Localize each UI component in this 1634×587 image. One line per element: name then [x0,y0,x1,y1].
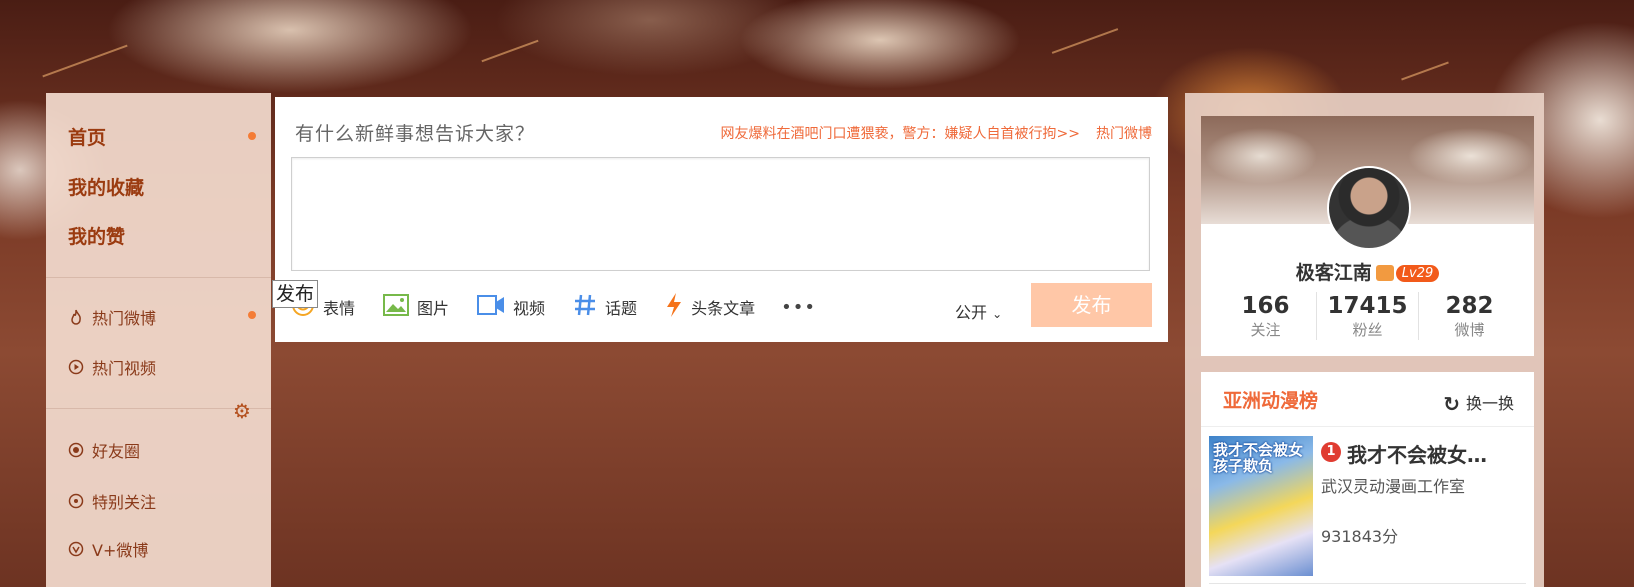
publish-tooltip: 发布 [272,280,319,308]
avatar[interactable] [1327,166,1411,250]
visibility-label: 公开 [955,303,988,322]
refresh-button[interactable]: ↻ 换一换 [1443,390,1514,416]
nav-home[interactable]: 首页 [68,123,106,150]
nav-vplus-weibo[interactable]: V+微博 [68,537,148,561]
hot-headline-link[interactable]: 网友爆料在酒吧门口遭猥亵，警方：嫌疑人自首被行拘>> [721,126,1080,142]
profile-stats: 166 关注 17415 粉丝 282 微博 [1215,292,1520,340]
post-composer: 有什么新鲜事想告诉大家？ 网友爆料在酒吧门口遭猥亵，警方：嫌疑人自首被行拘>> 热… [275,97,1168,342]
settings-gear-icon[interactable]: ⚙ [233,401,251,421]
video-label: 视频 [513,299,546,318]
hashtag-icon [573,293,597,321]
left-sidebar: 首页 我的收藏 我的赞 热门微博 热门视频 ⚙ 好友圈 特别关注 V+微博 [46,93,271,587]
nav-special-follow[interactable]: 特别关注 [68,489,156,513]
stat-followers-num: 17415 [1327,293,1408,319]
nav-home-dot [248,132,256,140]
comic-cover-image[interactable]: 我才不会被女孩子欺负 [1209,436,1313,576]
target-circle-icon [68,442,84,458]
stat-posts-num: 282 [1445,293,1494,319]
stat-posts-label: 微博 [1454,321,1485,339]
play-circle-icon [68,359,84,375]
image-button[interactable]: 图片 [383,294,449,320]
v-circle-icon [68,541,84,557]
nav-hot-video-label: 热门视频 [92,359,157,378]
chevron-down-icon: ⌄ [992,307,1003,321]
topic-button[interactable]: 话题 [573,293,637,321]
composer-toolbar: 表情 图片 视频 话题 头条文章 ••• [291,293,816,321]
vip-badge-icon[interactable] [1375,265,1394,281]
headline-article-label: 头条文章 [691,299,756,318]
nav-divider [46,277,271,278]
stat-followers-label: 粉丝 [1352,321,1383,339]
ranking-title[interactable]: 亚洲动漫榜 [1223,386,1318,413]
refresh-label: 换一换 [1465,394,1514,413]
more-options-button[interactable]: ••• [781,297,816,318]
stat-posts[interactable]: 282 微博 [1419,292,1520,340]
nav-hot-weibo-dot [248,311,256,319]
nav-favorites[interactable]: 我的收藏 [68,173,144,200]
visibility-dropdown[interactable]: 公开 ⌄ [955,299,1002,323]
ranking-bottom-divider [1209,583,1526,584]
stat-followers[interactable]: 17415 粉丝 [1317,292,1419,340]
stat-following-label: 关注 [1250,321,1281,339]
ranking-divider [1201,426,1534,427]
comic-score: 931843分 [1321,527,1399,546]
nav-special-follow-label: 特别关注 [92,493,157,512]
comic-cover-text: 我才不会被女孩子欺负 [1213,441,1304,475]
image-label: 图片 [417,299,450,318]
stat-following[interactable]: 166 关注 [1215,292,1317,340]
comic-title[interactable]: 我才不会被女… [1347,439,1487,468]
publish-button[interactable]: 发布 [1031,283,1152,327]
emoji-label: 表情 [323,299,356,318]
refresh-icon: ↻ [1443,392,1460,416]
video-icon [477,294,505,320]
anime-ranking-card: 亚洲动漫榜 ↻ 换一换 我才不会被女孩子欺负 1 我才不会被女… 武汉灵动漫画工作… [1201,372,1534,587]
video-button[interactable]: 视频 [477,294,545,320]
comic-studio: 武汉灵动漫画工作室 [1321,477,1466,496]
composer-prompt: 有什么新鲜事想告诉大家？ [295,123,536,145]
lightning-icon [665,292,683,322]
profile-name[interactable]: 极客江南 [1296,262,1372,284]
nav-hot-weibo-label: 热门微博 [92,309,157,328]
dot-circle-icon [68,493,84,509]
nav-friends-circle[interactable]: 好友圈 [68,438,140,462]
nav-hot-weibo[interactable]: 热门微博 [68,305,156,329]
flame-icon [68,309,84,325]
level-badge[interactable]: Lv29 [1395,265,1440,282]
post-textarea[interactable] [291,157,1150,271]
profile-card: 极客江南 Lv29 166 关注 17415 粉丝 282 微博 [1201,116,1534,356]
nav-vplus-weibo-label: V+微博 [92,541,149,560]
rank-number-badge: 1 [1321,442,1341,462]
nav-likes[interactable]: 我的赞 [68,222,125,249]
hot-weibo-link[interactable]: 热门微博 [1096,126,1152,142]
hot-news-bar: 网友爆料在酒吧门口遭猥亵，警方：嫌疑人自首被行拘>> 热门微博 [721,123,1152,143]
image-icon [383,294,410,320]
topic-label: 话题 [605,299,638,318]
headline-article-button[interactable]: 头条文章 [665,292,755,322]
nav-hot-video[interactable]: 热门视频 [68,355,156,379]
profile-name-row: 极客江南 Lv29 [1201,258,1534,285]
stat-following-num: 166 [1241,293,1290,319]
nav-friends-circle-label: 好友圈 [92,442,141,461]
